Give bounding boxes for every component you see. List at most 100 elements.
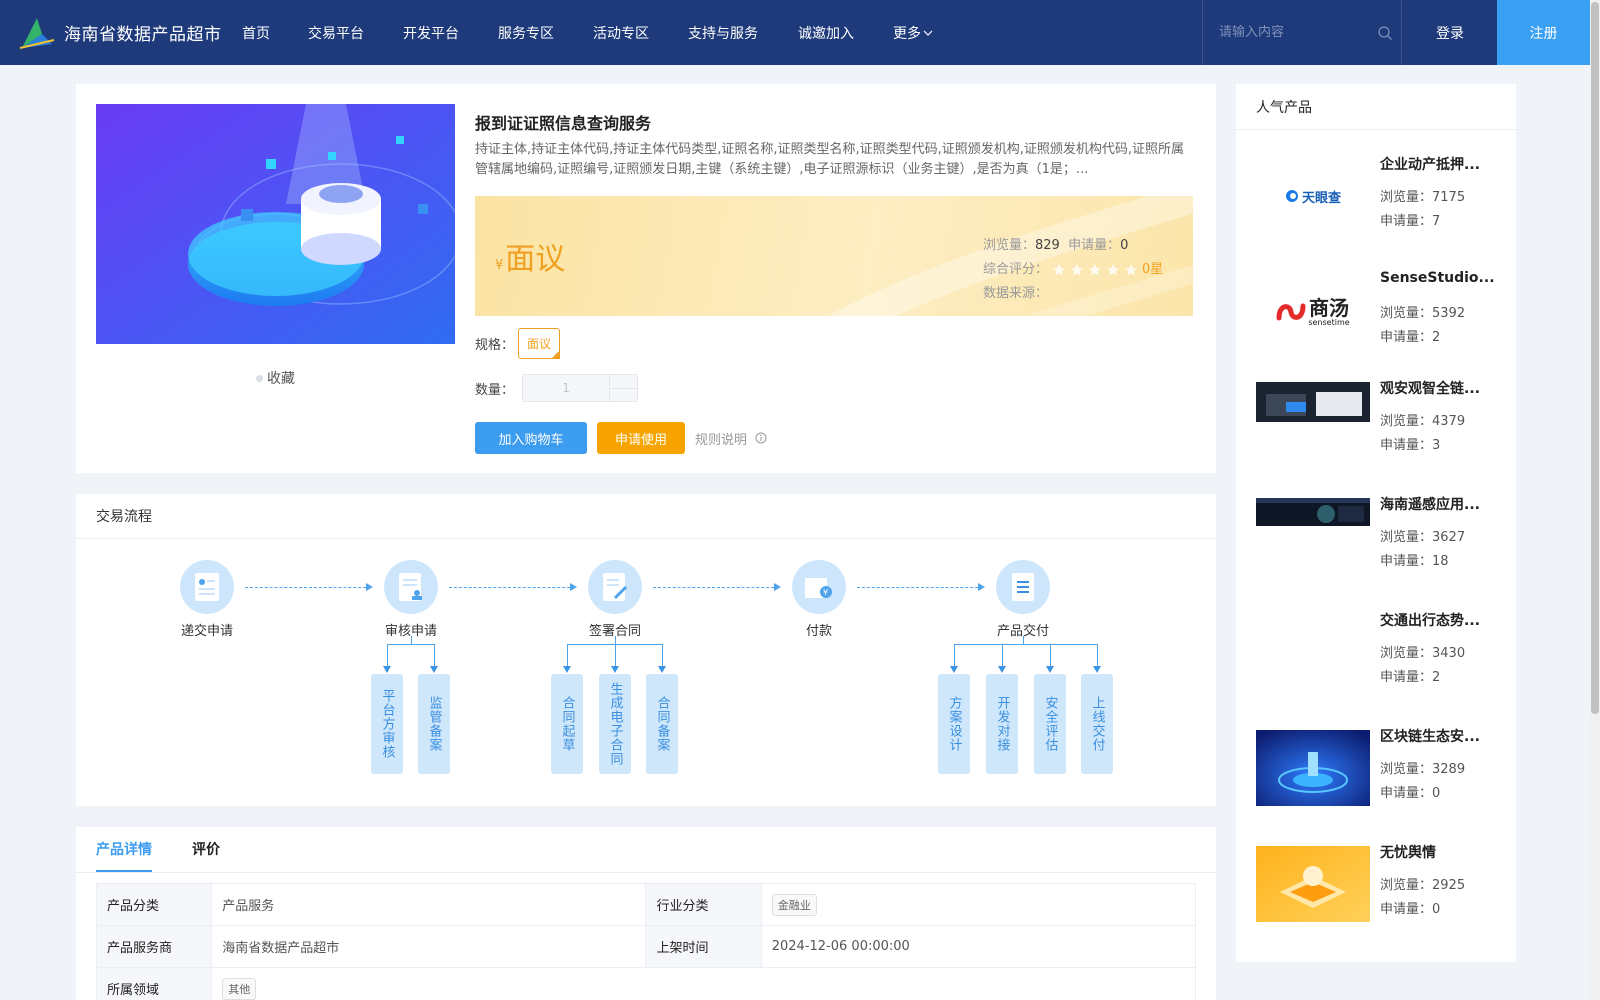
favorite-button[interactable]: 收藏 — [256, 368, 295, 388]
document-icon — [180, 560, 234, 614]
arrow-down-icon — [611, 666, 619, 673]
spec-option[interactable]: 面议 — [518, 328, 561, 359]
apply-button[interactable]: 申请使用 — [597, 422, 685, 454]
product-image — [96, 104, 455, 344]
applies-label: 申请量： — [1380, 554, 1433, 569]
popular-item[interactable]: 海南遥感应用... 浏览量：3627 申请量：18 — [1256, 497, 1506, 598]
step-payment: ¥ 付款 — [769, 560, 869, 639]
applies-value: 7 — [1432, 214, 1441, 229]
substep-label: 方案设计 — [946, 696, 962, 752]
industry-tag: 金融业 — [771, 893, 817, 916]
increment-button[interactable] — [610, 375, 638, 389]
detail-table: 产品分类 产品服务 行业分类 金融业 产品服务商 海南省数据产品超市 上架时间 … — [95, 883, 1197, 1000]
login-button[interactable]: 登录 — [1403, 0, 1497, 65]
field-key: 行业分类 — [645, 883, 762, 926]
rating-value: 0星 — [1142, 262, 1164, 277]
field-value: 金融业 — [760, 883, 1197, 926]
screenshot-thumbnail — [1256, 498, 1370, 526]
substep-label: 生成电子合同 — [607, 682, 623, 766]
popular-item[interactable]: 无忧舆情 浏览量：2925 申请量：0 — [1256, 845, 1506, 946]
popular-item[interactable]: 天眼查 企业动产抵押... 浏览量：7175 申请量：7 — [1256, 157, 1506, 258]
applies-value: 2 — [1432, 330, 1441, 345]
step-label: 递交申请 — [180, 624, 233, 639]
step-submit: 递交申请 — [157, 560, 257, 639]
field-value: 2024-12-06 00:00:00 — [760, 925, 1197, 968]
table-row: 产品服务商 海南省数据产品超市 上架时间 2024-12-06 00:00:00 — [95, 925, 1197, 968]
field-value: 海南省数据产品超市 — [211, 925, 647, 968]
popular-item[interactable]: 观安观智全链... 浏览量：4379 申请量：3 — [1256, 381, 1506, 482]
arrow-down-icon — [950, 666, 958, 673]
substep-platform-review: 平台方审核 — [371, 674, 403, 774]
tree-connector — [954, 644, 1098, 645]
views-label: 浏览量： — [1380, 646, 1433, 661]
site-logo[interactable]: 海南省数据产品超市 — [18, 14, 242, 52]
step-contract: 签署合同 — [565, 560, 665, 639]
nav-trade-platform[interactable]: 交易平台 — [308, 0, 403, 65]
flow-arrow — [245, 583, 373, 591]
substep-contract-filing: 合同备案 — [646, 674, 678, 774]
views-value: 2925 — [1432, 878, 1466, 893]
nav-more-label: 更多 — [893, 25, 921, 42]
field-value: 其他 — [211, 967, 1196, 1000]
product-thumbnail — [1256, 382, 1370, 422]
substep-regulatory-filing: 监管备案 — [418, 674, 450, 774]
product-thumbnail: 天眼查 — [1256, 158, 1370, 234]
nav-activity-zone[interactable]: 活动专区 — [593, 0, 688, 65]
step-deliver: 产品交付 — [973, 560, 1073, 639]
field-key: 产品分类 — [95, 883, 213, 926]
tree-connector — [387, 644, 435, 645]
nav-service-zone[interactable]: 服务专区 — [498, 0, 593, 65]
list-doc-icon — [996, 560, 1050, 614]
tree-connector — [1002, 644, 1003, 668]
applies-label: 申请量： — [1380, 214, 1433, 229]
tianyancha-logo-text: 天眼查 — [1301, 190, 1341, 206]
star-icon — [1071, 264, 1084, 276]
quantity-stepper[interactable]: 1 — [522, 374, 639, 402]
popular-item[interactable]: 交通出行态势... 浏览量：3430 申请量：2 — [1256, 613, 1506, 714]
substep-label: 安全评估 — [1042, 696, 1058, 752]
decrement-button[interactable] — [610, 389, 637, 402]
tab-reviews[interactable]: 评价 — [192, 826, 220, 872]
arrow-down-icon — [658, 666, 666, 673]
tree-connector — [615, 644, 616, 668]
source-label: 数据来源： — [983, 286, 1049, 301]
views-label: 浏览量： — [983, 238, 1036, 253]
logo-mark-icon — [19, 17, 55, 49]
search-input[interactable] — [1219, 25, 1369, 40]
orange-thumbnail — [1256, 846, 1370, 922]
page-scrollbar[interactable] — [1590, 0, 1600, 1000]
popular-item[interactable]: 区块链生态安... 浏览量：3289 申请量：0 — [1256, 729, 1506, 830]
popular-item-name: SenseStudio... — [1380, 270, 1495, 286]
field-key: 上架时间 — [645, 925, 762, 968]
applies-label: 申请量： — [1380, 330, 1433, 345]
substep-contract-draft: 合同起草 — [551, 674, 583, 774]
register-button[interactable]: 注册 — [1497, 0, 1590, 65]
quantity-value[interactable]: 1 — [523, 375, 609, 401]
table-row: 所属领域 其他 — [95, 967, 1196, 1000]
field-key: 所属领域 — [95, 967, 213, 1000]
tab-product-details[interactable]: 产品详情 — [96, 826, 152, 872]
popular-item[interactable]: 商汤 sensetime SenseStudio... 浏览量：5392 申请量… — [1256, 270, 1506, 374]
arrow-down-icon — [383, 666, 391, 673]
field-value: 产品服务 — [211, 883, 647, 926]
add-to-cart-button[interactable]: 加入购物车 — [475, 422, 587, 454]
rules-link[interactable]: 规则说明 — [695, 429, 767, 448]
nav-dev-platform[interactable]: 开发平台 — [403, 0, 498, 65]
nav-home[interactable]: 首页 — [242, 0, 308, 65]
views-label: 浏览量： — [1380, 190, 1433, 205]
scrollbar-thumb[interactable] — [1591, 2, 1599, 714]
tree-connector — [567, 644, 568, 668]
applies-label: 申请量： — [1380, 670, 1433, 685]
views-label: 浏览量： — [1380, 306, 1433, 321]
substep-solution-design: 方案设计 — [938, 674, 970, 774]
product-detail-card: 产品详情 评价 产品分类 产品服务 行业分类 金融业 产品服务商 海南省数据产品… — [76, 827, 1216, 1000]
price-currency: ¥ — [495, 258, 504, 273]
tree-connector — [411, 636, 412, 644]
nav-more[interactable]: 更多 — [893, 0, 933, 65]
views-value: 7175 — [1432, 190, 1466, 205]
applies-value: 3 — [1432, 438, 1441, 453]
nav-join[interactable]: 诚邀加入 — [798, 0, 893, 65]
nav-support[interactable]: 支持与服务 — [688, 0, 798, 65]
search-icon[interactable] — [1377, 25, 1393, 41]
arrow-down-icon — [430, 666, 438, 673]
